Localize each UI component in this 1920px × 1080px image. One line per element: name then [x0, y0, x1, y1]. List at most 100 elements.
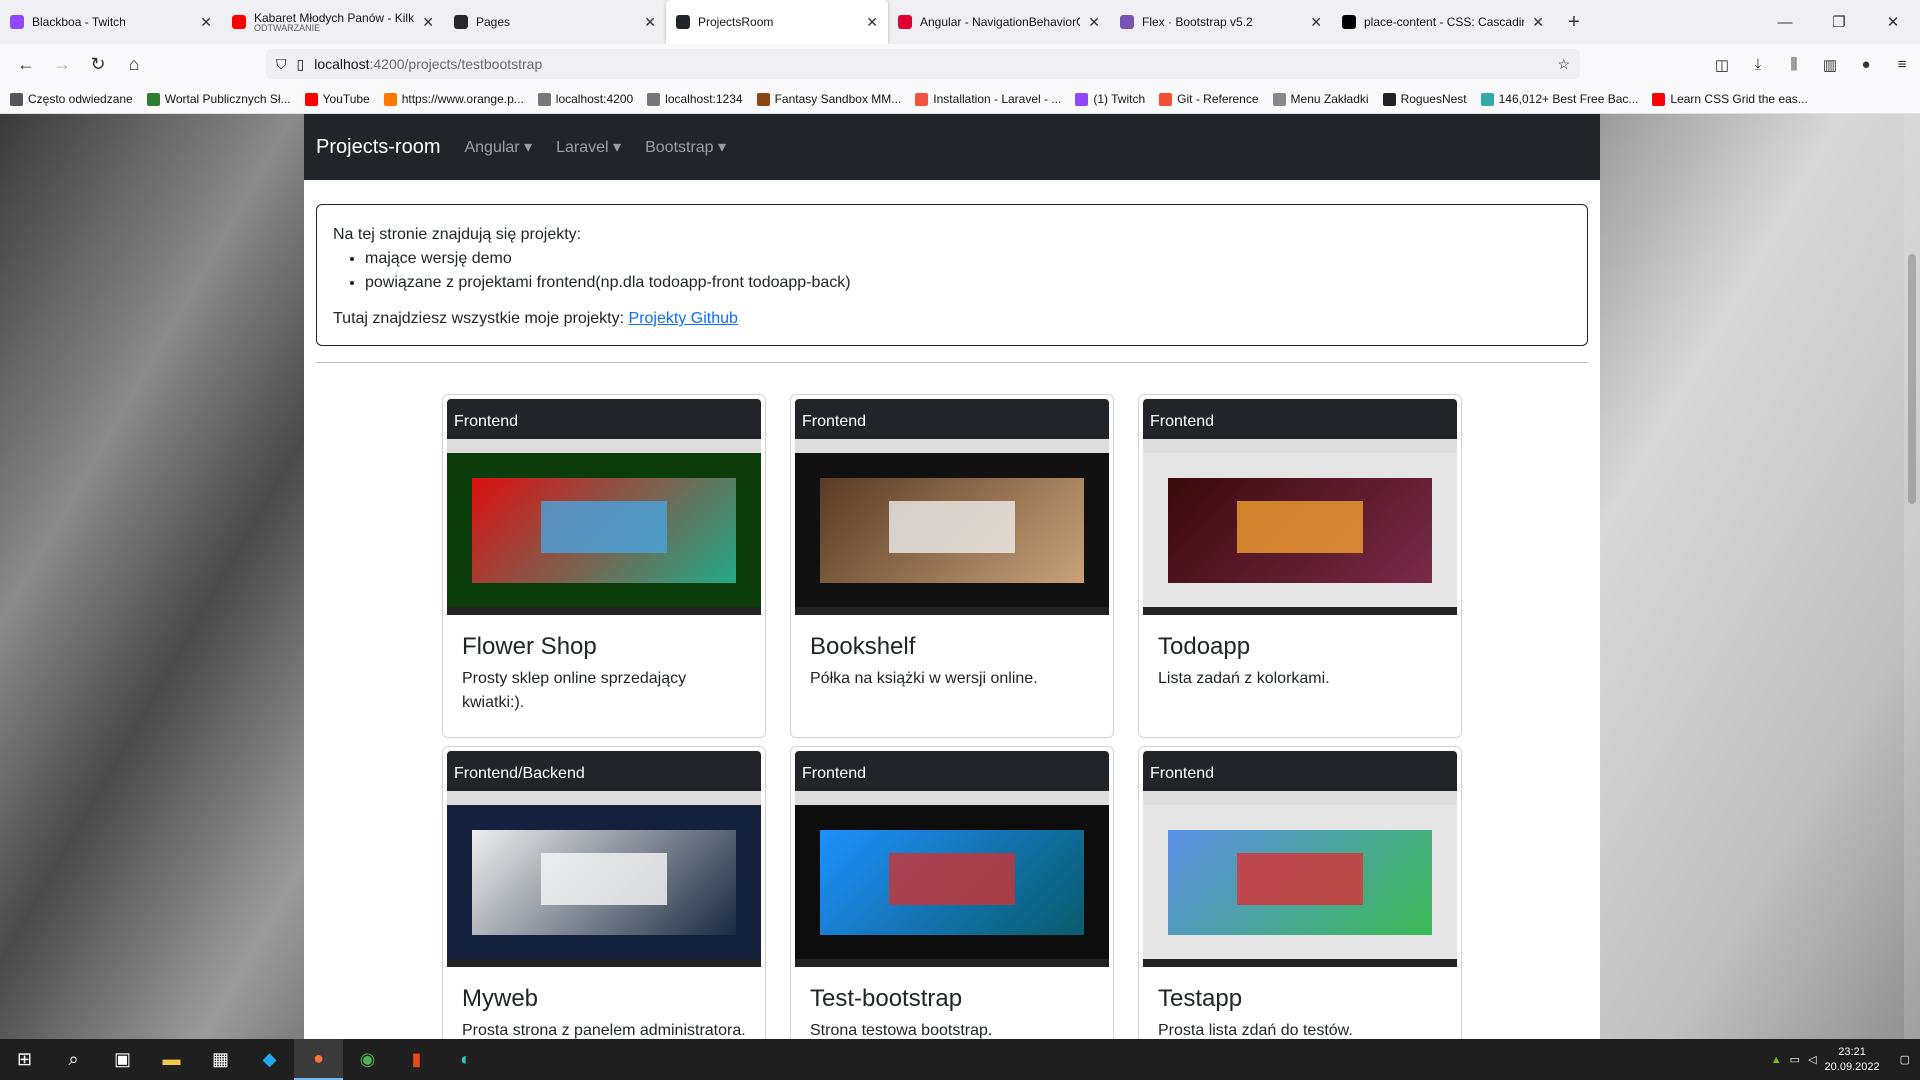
clock[interactable]: 23:21 20.09.2022 — [1825, 1045, 1880, 1075]
bookmark-item[interactable]: 146,012+ Best Free Bac... — [1480, 92, 1638, 106]
menu-icon[interactable]: ≡ — [1884, 56, 1920, 73]
bookmark-item[interactable]: Git - Reference — [1159, 92, 1259, 106]
close-tab-icon[interactable]: ✕ — [866, 14, 878, 31]
card-category: Frontend — [795, 399, 1109, 439]
card-screenshot[interactable] — [795, 791, 1109, 967]
sidebar-icon[interactable]: ▥ — [1812, 56, 1848, 74]
bookmark-favicon-icon — [1480, 92, 1494, 106]
card-screenshot[interactable] — [1143, 439, 1457, 615]
preview-accent — [541, 500, 667, 554]
browser-tab[interactable]: Pages ✕ — [444, 0, 666, 44]
account-icon[interactable]: ● — [1848, 56, 1884, 73]
bookmark-item[interactable]: YouTube — [304, 92, 370, 106]
tab-title: Angular - NavigationBehaviorO — [920, 15, 1081, 29]
bookmark-label: Git - Reference — [1177, 92, 1259, 106]
bookmark-star-icon[interactable]: ☆ — [1557, 56, 1570, 73]
edge-icon[interactable]: ◐ — [441, 1039, 490, 1080]
minimize-icon[interactable]: — — [1758, 0, 1812, 44]
nvidia-icon[interactable]: ▲ — [1771, 1054, 1782, 1066]
network-icon[interactable]: ▭ — [1790, 1053, 1800, 1066]
close-tab-icon[interactable]: ✕ — [1310, 14, 1322, 31]
close-tab-icon[interactable]: ✕ — [1532, 14, 1544, 31]
bookmark-label: localhost:1234 — [665, 92, 743, 106]
nav-angular-dropdown[interactable]: Angular ▾ — [464, 137, 532, 157]
page-scrollbar[interactable] — [1904, 114, 1920, 1039]
bookmark-item[interactable]: Fantasy Sandbox MM... — [756, 92, 901, 106]
task-view-icon[interactable]: ▣ — [98, 1039, 147, 1080]
nav-bootstrap-dropdown[interactable]: Bootstrap ▾ — [645, 137, 726, 157]
close-tab-icon[interactable]: ✕ — [644, 14, 656, 31]
page-viewport: Projects-room Angular ▾ Laravel ▾ Bootst… — [0, 114, 1920, 1039]
project-card[interactable]: Frontend Bookshelf Półka na książki w wers… — [790, 394, 1114, 738]
bookmark-item[interactable]: Menu Zakładki — [1272, 92, 1369, 106]
close-tab-icon[interactable]: ✕ — [200, 14, 212, 31]
firefox-icon[interactable]: ● — [294, 1039, 343, 1080]
scrollbar-thumb[interactable] — [1908, 254, 1916, 504]
file-explorer-icon[interactable]: ▬ — [147, 1039, 196, 1080]
bookmark-item[interactable]: Wortal Publicznych Sł... — [146, 92, 291, 106]
github-projects-link[interactable]: Projekty Github — [629, 310, 738, 327]
bookmark-item[interactable]: localhost:4200 — [537, 92, 633, 106]
new-tab-button[interactable]: + — [1554, 0, 1594, 44]
bookmark-item[interactable]: https://www.orange.p... — [383, 92, 524, 106]
tab-title: Pages — [476, 15, 511, 29]
youtube-icon — [232, 15, 246, 29]
project-card[interactable]: Frontend Flower Shop Prosty sklep online s… — [442, 394, 766, 738]
notifications-icon[interactable]: ▢ — [1900, 1053, 1910, 1066]
card-title: Myweb — [462, 985, 539, 1012]
browser-tab[interactable]: Blackboa - Twitch ✕ — [0, 0, 222, 44]
library-icon[interactable]: ⫼ — [1776, 56, 1812, 73]
bookmark-item[interactable]: localhost:1234 — [647, 92, 743, 106]
chrome-icon[interactable]: ◉ — [343, 1039, 392, 1080]
bookmark-favicon-icon — [1652, 92, 1666, 106]
nav-laravel-dropdown[interactable]: Laravel ▾ — [556, 137, 621, 157]
close-tab-icon[interactable]: ✕ — [422, 14, 434, 31]
search-icon[interactable]: ⌕ — [49, 1039, 98, 1080]
close-window-icon[interactable]: ✕ — [1866, 0, 1920, 44]
bookmark-favicon-icon — [915, 92, 929, 106]
project-card[interactable]: Frontend Test-bootstrap Strona testowa boo… — [790, 746, 1114, 1039]
office-icon[interactable]: ▮ — [392, 1039, 441, 1080]
nav-laravel-label: Laravel — [556, 139, 609, 156]
preview-taskbar — [1143, 607, 1457, 615]
card-screenshot[interactable] — [447, 439, 761, 615]
url-bar[interactable]: ⛉ ▯ localhost:4200/projects/testbootstra… — [266, 49, 1580, 79]
pocket-icon[interactable]: ◫ — [1704, 56, 1740, 74]
bookmark-item[interactable]: Learn CSS Grid the eas... — [1652, 92, 1808, 106]
browser-tab[interactable]: Flex · Bootstrap v5.2 ✕ — [1110, 0, 1332, 44]
browser-tab[interactable]: Angular - NavigationBehaviorO ✕ — [888, 0, 1110, 44]
bookmark-item[interactable]: Installation - Laravel - ... — [915, 92, 1061, 106]
preview-topbar — [447, 439, 761, 453]
bookmark-item[interactable]: RoguesNest — [1382, 92, 1467, 106]
bookmark-label: Wortal Publicznych Sł... — [164, 92, 291, 106]
url-host: localhost — [314, 56, 370, 72]
store-icon[interactable]: ▦ — [196, 1039, 245, 1080]
project-card[interactable]: Frontend Testapp Prosta lista zdań do test… — [1138, 746, 1462, 1039]
bookmark-item[interactable]: (1) Twitch — [1075, 92, 1145, 106]
card-screenshot[interactable] — [447, 791, 761, 967]
home-icon[interactable]: ⌂ — [116, 49, 152, 81]
browser-tab[interactable]: place-content - CSS: Cascading ✕ — [1332, 0, 1554, 44]
card-screenshot[interactable] — [1143, 791, 1457, 967]
card-category: Frontend/Backend — [447, 751, 761, 791]
close-tab-icon[interactable]: ✕ — [1088, 14, 1100, 31]
project-card[interactable]: Frontend/Backend Myweb Prosta strona z pan… — [442, 746, 766, 1039]
forward-icon[interactable]: → — [44, 49, 80, 81]
back-icon[interactable]: ← — [8, 49, 44, 81]
volume-icon[interactable]: ◁ — [1808, 1053, 1816, 1066]
preview-taskbar — [795, 607, 1109, 615]
card-screenshot[interactable] — [795, 439, 1109, 615]
browser-tab[interactable]: Kabaret Młodych Panów - Kilka ODTWARZANIE… — [222, 0, 444, 44]
project-card[interactable]: Frontend Todoapp Lista zadań z kolorkami. — [1138, 394, 1462, 738]
start-icon[interactable]: ⊞ — [0, 1039, 49, 1080]
vscode-icon[interactable]: ◆ — [245, 1039, 294, 1080]
card-description: Prosta lista zdań do testów. — [1158, 1022, 1353, 1039]
preview-topbar — [447, 791, 761, 805]
bookmark-item[interactable]: Często odwiedzane — [10, 92, 133, 106]
brand-link[interactable]: Projects-room — [316, 136, 440, 159]
restore-icon[interactable]: ❐ — [1812, 0, 1866, 44]
shield-icon[interactable]: ⛉ — [276, 56, 287, 73]
browser-tab[interactable]: ProjectsRoom ✕ — [666, 0, 888, 44]
reload-icon[interactable]: ↻ — [80, 49, 116, 81]
downloads-icon[interactable]: ⤓ — [1740, 56, 1776, 73]
